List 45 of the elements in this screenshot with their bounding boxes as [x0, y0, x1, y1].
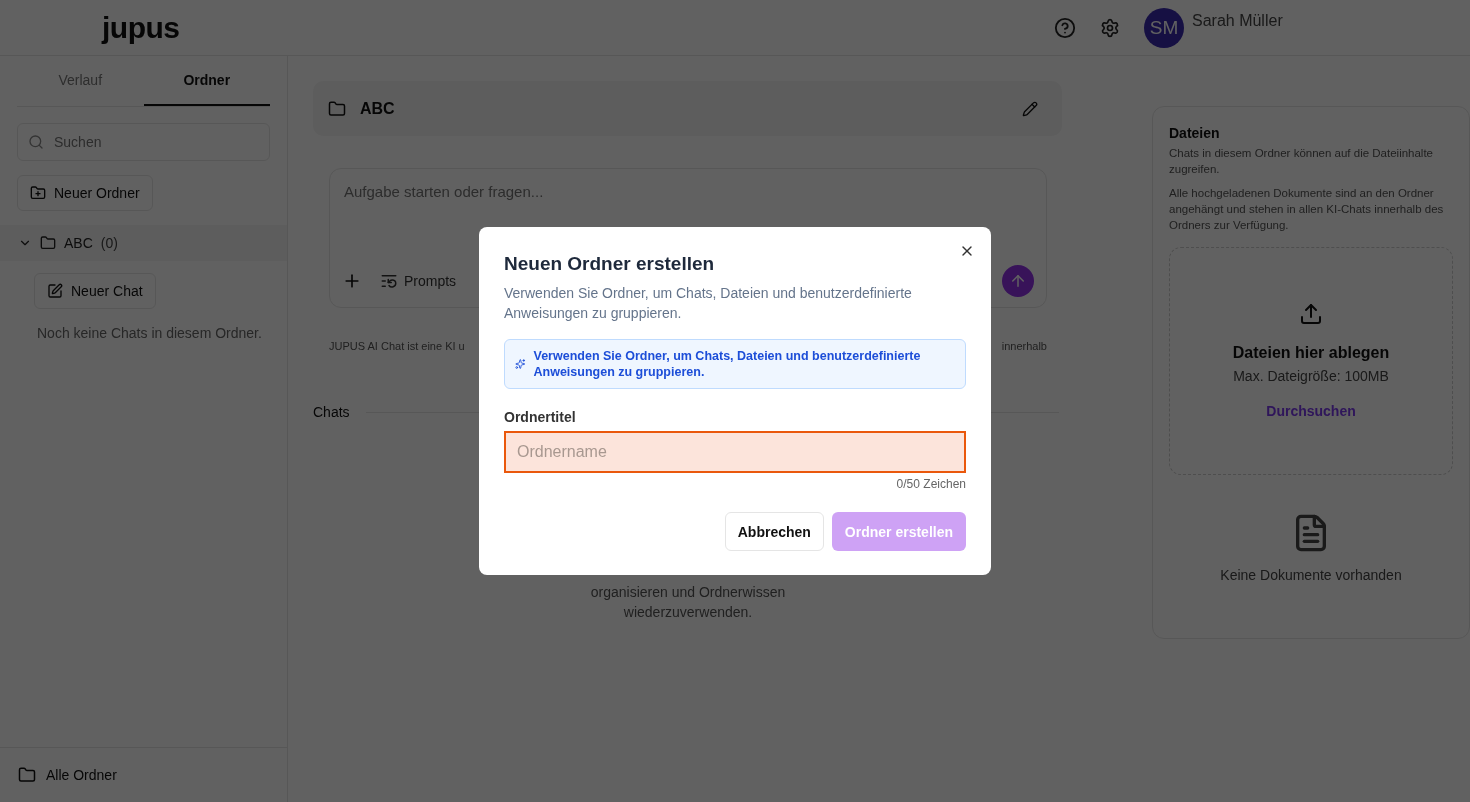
folder-name: ABC	[64, 235, 93, 251]
avatar[interactable]: SM	[1144, 7, 1184, 48]
panel-note: Alle hochgeladenen Dokumente sind an den Ordner angehängt und stehen in allen KI-Chats innerhalb des Ordners zur Verfügung.	[1169, 186, 1445, 233]
new-chat-button[interactable]: Neuer Chat	[34, 273, 156, 309]
folder-count: (0)	[100, 235, 118, 251]
send-button[interactable]	[1002, 265, 1034, 297]
panel-title: Dateien	[1169, 125, 1221, 141]
no-documents-text: Keine Dokumente vorhanden	[1220, 566, 1402, 583]
upload-icon	[1299, 302, 1323, 326]
character-counter: 0/50 Zeichen	[896, 477, 966, 491]
sparkle-icon	[515, 357, 526, 371]
disclaimer-text: innerhalb	[1001, 340, 1047, 352]
dialog-description: Verwenden Sie Ordner, um Chats, Dateien und benutzerdefinierte Anweisungen zu gruppieren.	[504, 284, 913, 323]
settings-icon[interactable]	[1100, 17, 1120, 38]
field-label: Ordnertitel	[504, 409, 577, 425]
user-name: Sarah Müller	[1192, 12, 1284, 30]
help-icon[interactable]	[1054, 16, 1076, 39]
edit-icon	[47, 283, 63, 299]
all-folders-link[interactable]: Alle Ordner	[46, 767, 117, 783]
disclaimer-text: JUPUS AI Chat ist eine KI u	[329, 340, 465, 352]
prompts-button[interactable]: Prompts	[380, 272, 457, 290]
folder-icon	[328, 99, 346, 118]
folder-title: ABC	[360, 99, 396, 118]
search-icon	[28, 134, 44, 150]
drop-zone[interactable]: Dateien hier ablegen Max. Dateigröße: 100MB Durchsuchen	[1169, 247, 1453, 475]
folder-plus-icon	[30, 185, 46, 201]
sidebar-tab[interactable]: Ordner	[143, 56, 270, 106]
empty-state-text: wiederzuverwenden.	[623, 603, 753, 622]
folder-icon	[18, 766, 36, 784]
info-text: Verwenden Sie Ordner, um Chats, Dateien und benutzerdefinierte Anweisungen zu gruppieren.	[533, 348, 922, 380]
empty-state-text: organisieren und Ordnerwissen	[590, 583, 786, 602]
edit-icon[interactable]	[1022, 100, 1038, 117]
new-folder-button[interactable]: Neuer Ordner	[17, 175, 153, 211]
cancel-button[interactable]: Abbrechen	[724, 512, 824, 551]
folder-item[interactable]: ABC (0)	[0, 225, 287, 261]
size-limit: Max. Dateigröße: 100MB	[1233, 368, 1389, 384]
panel-description: Chats in diesem Ordner können auf die Dateiinhalte zugreifen.	[1169, 146, 1435, 177]
logo: jupus	[102, 10, 180, 45]
list-icon	[380, 272, 398, 290]
empty-folder-text: Noch keine Chats in diesem Ordner.	[37, 325, 263, 341]
folder-icon	[40, 235, 56, 251]
browse-link[interactable]: Durchsuchen	[1260, 402, 1362, 420]
folder-name-field[interactable]: Ordnername	[504, 431, 966, 473]
chats-heading: Chats	[313, 404, 350, 420]
drop-title: Dateien hier ablegen	[1232, 344, 1390, 362]
